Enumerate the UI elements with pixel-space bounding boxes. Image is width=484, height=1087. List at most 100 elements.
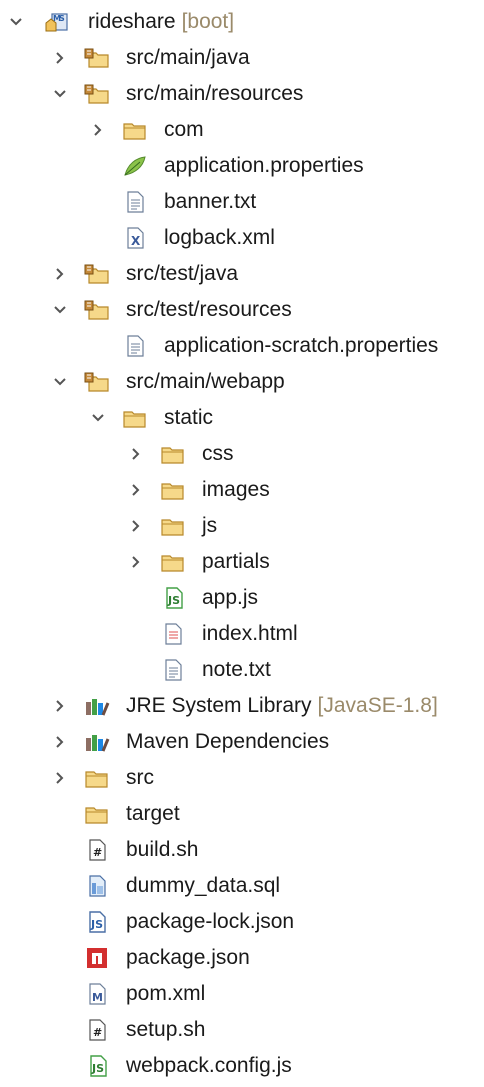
tree-item-label: banner.txt bbox=[164, 190, 257, 213]
tree-item-logback-xml[interactable]: logback.xml bbox=[0, 220, 484, 256]
tree-item-label: index.html bbox=[202, 622, 298, 645]
folder-icon bbox=[122, 406, 148, 430]
tree-item-project[interactable]: rideshare [boot] bbox=[0, 4, 484, 40]
chevron-right-icon[interactable] bbox=[50, 760, 70, 796]
source-folder-icon bbox=[84, 262, 110, 286]
tree-item-app-js[interactable]: app.js bbox=[0, 580, 484, 616]
tree-item-index-html[interactable]: index.html bbox=[0, 616, 484, 652]
source-folder-icon bbox=[84, 46, 110, 70]
tree-item-label: js bbox=[202, 514, 218, 537]
tree-item-css[interactable]: css bbox=[0, 436, 484, 472]
chevron-right-icon[interactable] bbox=[50, 688, 70, 724]
tree-item-label: partials bbox=[202, 550, 270, 573]
folder-icon bbox=[84, 766, 110, 790]
chevron-right-icon[interactable] bbox=[88, 112, 108, 148]
tree-item-build-sh[interactable]: build.sh bbox=[0, 832, 484, 868]
folder-icon bbox=[160, 442, 186, 466]
html-file-icon bbox=[160, 622, 186, 646]
shell-script-icon bbox=[84, 1018, 110, 1042]
javascript-file-icon bbox=[160, 586, 186, 610]
text-file-icon bbox=[122, 190, 148, 214]
tree-item-label: package.json bbox=[126, 946, 250, 969]
tree-item-package-lock-json[interactable]: package-lock.json bbox=[0, 904, 484, 940]
library-icon bbox=[84, 730, 110, 754]
npm-package-icon bbox=[84, 946, 110, 970]
tree-item-label: static bbox=[164, 406, 214, 429]
tree-item-label: src/main/resources bbox=[126, 82, 304, 105]
tree-item-package-json[interactable]: package.json bbox=[0, 940, 484, 976]
tree-item-label: src/test/resources bbox=[126, 298, 292, 321]
tree-item-label: application-scratch.properties bbox=[164, 334, 439, 357]
tree-item-application-scratch-properties[interactable]: application-scratch.properties bbox=[0, 328, 484, 364]
tree-item-maven-dependencies[interactable]: Maven Dependencies bbox=[0, 724, 484, 760]
project-decoration: [boot] bbox=[181, 10, 235, 33]
folder-icon bbox=[160, 478, 186, 502]
tree-item-com[interactable]: com bbox=[0, 112, 484, 148]
sql-file-icon bbox=[84, 874, 110, 898]
tree-item-src-main-resources[interactable]: src/main/resources bbox=[0, 76, 484, 112]
chevron-right-icon[interactable] bbox=[126, 508, 146, 544]
tree-item-target[interactable]: target bbox=[0, 796, 484, 832]
tree-item-src-test-java[interactable]: src/test/java bbox=[0, 256, 484, 292]
tree-item-label: note.txt bbox=[202, 658, 271, 681]
tree-item-js[interactable]: js bbox=[0, 508, 484, 544]
tree-item-label: images bbox=[202, 478, 270, 501]
tree-item-src-main-webapp[interactable]: src/main/webapp bbox=[0, 364, 484, 400]
project-explorer-tree: rideshare [boot] src/main/java src/main/r… bbox=[0, 0, 484, 1084]
chevron-right-icon[interactable] bbox=[50, 724, 70, 760]
folder-icon bbox=[160, 550, 186, 574]
tree-item-label: package-lock.json bbox=[126, 910, 295, 933]
tree-item-label: dummy_data.sql bbox=[126, 874, 281, 897]
tree-item-label: css bbox=[202, 442, 234, 465]
tree-item-images[interactable]: images bbox=[0, 472, 484, 508]
tree-item-label: src/test/java bbox=[126, 262, 239, 285]
tree-item-webpack-config-js[interactable]: webpack.config.js bbox=[0, 1048, 484, 1084]
chevron-right-icon[interactable] bbox=[50, 40, 70, 76]
tree-item-label: setup.sh bbox=[126, 1018, 206, 1041]
tree-item-label: webpack.config.js bbox=[126, 1054, 292, 1077]
chevron-down-icon[interactable] bbox=[88, 400, 108, 436]
tree-item-jre-system-library[interactable]: JRE System Library [JavaSE-1.8] bbox=[0, 688, 484, 724]
folder-icon bbox=[160, 514, 186, 538]
chevron-down-icon[interactable] bbox=[50, 76, 70, 112]
chevron-down-icon[interactable] bbox=[50, 292, 70, 328]
tree-item-label: src/main/webapp bbox=[126, 370, 285, 393]
boot-project-icon bbox=[44, 10, 70, 34]
tree-item-label: logback.xml bbox=[164, 226, 275, 249]
tree-item-note-txt[interactable]: note.txt bbox=[0, 652, 484, 688]
chevron-down-icon[interactable] bbox=[50, 364, 70, 400]
chevron-right-icon[interactable] bbox=[126, 436, 146, 472]
source-folder-icon bbox=[84, 370, 110, 394]
json-file-icon bbox=[84, 910, 110, 934]
tree-item-static[interactable]: static bbox=[0, 400, 484, 436]
folder-icon bbox=[84, 802, 110, 826]
source-folder-icon bbox=[84, 298, 110, 322]
chevron-down-icon[interactable] bbox=[6, 4, 26, 40]
tree-item-label: Maven Dependencies bbox=[126, 730, 330, 753]
tree-item-partials[interactable]: partials bbox=[0, 544, 484, 580]
javascript-file-icon bbox=[84, 1054, 110, 1078]
tree-item-label: src bbox=[126, 766, 154, 789]
shell-script-icon bbox=[84, 838, 110, 862]
library-decoration: [JavaSE-1.8] bbox=[317, 694, 438, 717]
xml-file-icon bbox=[122, 226, 148, 250]
chevron-right-icon[interactable] bbox=[50, 256, 70, 292]
tree-item-pom-xml[interactable]: pom.xml bbox=[0, 976, 484, 1012]
tree-item-banner-txt[interactable]: banner.txt bbox=[0, 184, 484, 220]
tree-item-label: src/main/java bbox=[126, 46, 250, 69]
tree-item-application-properties[interactable]: application.properties bbox=[0, 148, 484, 184]
chevron-right-icon[interactable] bbox=[126, 544, 146, 580]
maven-pom-icon bbox=[84, 982, 110, 1006]
tree-item-label: com bbox=[164, 118, 204, 141]
tree-item-src-main-java[interactable]: src/main/java bbox=[0, 40, 484, 76]
text-file-icon bbox=[160, 658, 186, 682]
chevron-right-icon[interactable] bbox=[126, 472, 146, 508]
tree-item-dummy-data-sql[interactable]: dummy_data.sql bbox=[0, 868, 484, 904]
library-icon bbox=[84, 694, 110, 718]
tree-item-src-test-resources[interactable]: src/test/resources bbox=[0, 292, 484, 328]
tree-item-label: JRE System Library [JavaSE-1.8] bbox=[126, 694, 438, 717]
tree-item-label: target bbox=[126, 802, 180, 825]
tree-item-setup-sh[interactable]: setup.sh bbox=[0, 1012, 484, 1048]
tree-item-src[interactable]: src bbox=[0, 760, 484, 796]
tree-item-label: app.js bbox=[202, 586, 259, 609]
